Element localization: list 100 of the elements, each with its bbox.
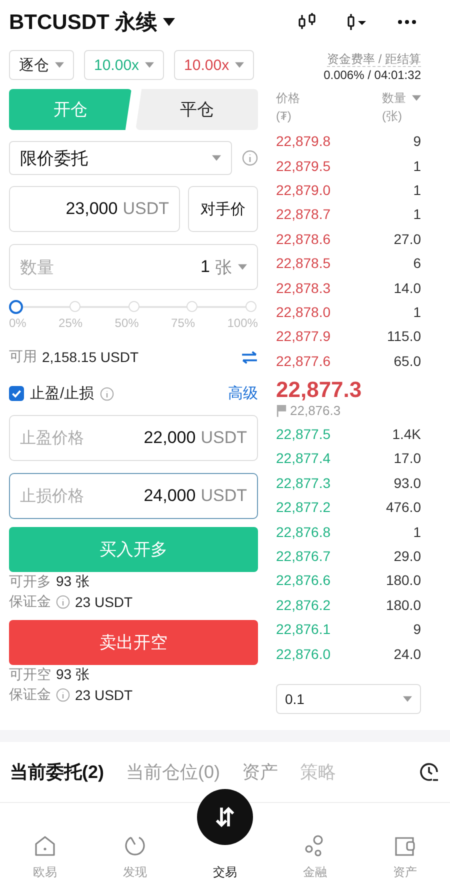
- available-label: 可用: [9, 348, 37, 366]
- ask-quantity: 1: [413, 158, 421, 174]
- flag-icon: [276, 404, 287, 417]
- margin-value: 23 USDT: [75, 687, 133, 703]
- bid-price[interactable]: 22,876.8: [276, 524, 330, 540]
- ask-price[interactable]: 22,879.8: [276, 133, 330, 150]
- sell-short-button[interactable]: 卖出开空: [9, 620, 258, 665]
- bid-price[interactable]: 22,876.6: [276, 572, 330, 588]
- caret-icon: [145, 62, 154, 68]
- buy-long-button[interactable]: 买入开多: [9, 527, 258, 572]
- ask-price[interactable]: 22,878.5: [276, 255, 330, 272]
- bid-price[interactable]: 22,876.2: [276, 596, 330, 613]
- position-tab[interactable]: 平仓: [136, 89, 258, 130]
- symbol-title[interactable]: BTCUSDT 永续: [9, 8, 158, 36]
- bid-price[interactable]: 22,876.1: [276, 621, 330, 638]
- margin-value: 23 USDT: [75, 594, 133, 610]
- ask-quantity: 14.0: [394, 280, 421, 296]
- price-unit: (₮): [276, 108, 292, 125]
- nav-tab[interactable]: 金融: [270, 817, 360, 887]
- bid-quantity: 1: [413, 524, 421, 540]
- bid-quantity: 180.0: [386, 572, 421, 588]
- nav-tab[interactable]: 资产: [360, 817, 450, 887]
- price-field[interactable]: 23,000 USDT: [9, 186, 180, 232]
- ask-quantity: 9: [413, 133, 421, 150]
- ask-price[interactable]: 22,879.5: [276, 158, 330, 174]
- bid-price[interactable]: 22,877.2: [276, 499, 330, 516]
- info-icon[interactable]: [56, 595, 70, 609]
- max-value: 93 张: [56, 573, 90, 591]
- ask-price[interactable]: 22,877.9: [276, 328, 330, 344]
- transfer-icon[interactable]: [241, 350, 258, 364]
- available-value: 2,158.15 USDT: [42, 349, 138, 365]
- margin-label: 保证金: [9, 593, 51, 611]
- slider-stop[interactable]: [186, 301, 198, 312]
- bid-price[interactable]: 22,877.4: [276, 450, 330, 466]
- ask-quantity: 115.0: [387, 328, 421, 344]
- nav-tab[interactable]: 欧易: [0, 817, 90, 887]
- counterparty-price-button[interactable]: 对手价: [188, 186, 258, 232]
- mark-price: 22,876.3: [290, 402, 341, 418]
- take-profit-field[interactable]: 止盈价格 22,000 USDT: [9, 415, 258, 461]
- ask-price[interactable]: 22,877.6: [276, 352, 330, 369]
- ask-quantity: 27.0: [394, 230, 421, 247]
- slider-tick-label: 100%: [227, 316, 258, 330]
- ask-quantity: 1: [413, 206, 421, 222]
- advanced-link[interactable]: 高级: [228, 384, 258, 403]
- info-icon[interactable]: [56, 688, 70, 702]
- orders-tab[interactable]: 当前委托(2): [10, 760, 104, 784]
- quantity-field[interactable]: 数量 1 张: [9, 244, 258, 290]
- bid-price[interactable]: 22,876.7: [276, 548, 330, 564]
- ask-price[interactable]: 22,879.0: [276, 182, 330, 198]
- bid-quantity: 9: [413, 621, 421, 638]
- caret-icon[interactable]: [163, 18, 176, 26]
- quantity-header[interactable]: 数量: [382, 89, 406, 107]
- bid-quantity: 476.0: [386, 499, 421, 516]
- checkbox[interactable]: [9, 386, 24, 401]
- ask-price[interactable]: 22,878.0: [276, 304, 330, 320]
- ask-price[interactable]: 22,878.7: [276, 206, 330, 222]
- precision-dropdown[interactable]: 0.1: [276, 684, 421, 714]
- slider-tick-label: 0%: [9, 316, 26, 330]
- long-leverage-dropdown[interactable]: 10.00x: [84, 50, 164, 80]
- candle-dropdown-icon[interactable]: [346, 12, 368, 32]
- order-type-dropdown[interactable]: 限价委托: [9, 141, 232, 175]
- orders-tab[interactable]: 资产: [242, 760, 278, 784]
- tp-sl-label: 止盈/止损: [30, 384, 94, 403]
- bid-quantity: 17.0: [394, 450, 421, 466]
- position-tab[interactable]: 开仓: [9, 89, 132, 130]
- stop-loss-field[interactable]: 止损价格 24,000 USDT: [9, 473, 258, 519]
- caret-icon: [235, 62, 244, 68]
- compass-icon: [123, 834, 147, 858]
- price-header: 价格: [276, 90, 300, 107]
- info-icon[interactable]: [100, 386, 114, 400]
- bid-price[interactable]: 22,877.5: [276, 426, 330, 442]
- caret-icon: [212, 155, 221, 161]
- bid-price[interactable]: 22,876.0: [276, 646, 330, 662]
- home-icon: [33, 834, 57, 858]
- ask-quantity: 65.0: [394, 352, 421, 369]
- info-icon[interactable]: [242, 150, 258, 166]
- wallet-icon: [393, 834, 417, 858]
- bid-quantity: 29.0: [394, 548, 421, 564]
- ask-quantity: 1: [413, 182, 421, 198]
- funding-rate-label[interactable]: 资金费率 / 距结算: [326, 52, 421, 67]
- nav-tab[interactable]: 交易: [180, 789, 270, 887]
- short-leverage-dropdown[interactable]: 10.00x: [174, 50, 254, 80]
- margin-mode-dropdown[interactable]: 逐仓: [9, 50, 74, 80]
- caret-icon: [55, 62, 64, 68]
- slider-handle[interactable]: [9, 300, 23, 314]
- slider-track[interactable]: [9, 300, 258, 314]
- max-label: 可开多: [9, 573, 51, 591]
- slider-stop[interactable]: [128, 301, 139, 312]
- slider-stop[interactable]: [69, 301, 80, 312]
- bid-price[interactable]: 22,877.3: [276, 474, 330, 491]
- nav-tab[interactable]: 发现: [90, 817, 180, 887]
- bid-quantity: 180.0: [386, 596, 421, 613]
- ask-price[interactable]: 22,878.3: [276, 280, 330, 296]
- caret-icon: [403, 696, 412, 702]
- slider-tick-label: 75%: [171, 316, 196, 330]
- orders-tab[interactable]: 当前仓位(0): [126, 760, 220, 784]
- slider-stop[interactable]: [246, 301, 256, 312]
- history-icon[interactable]: [418, 760, 440, 783]
- ask-price[interactable]: 22,878.6: [276, 230, 330, 247]
- candlestick-icon[interactable]: [296, 12, 318, 32]
